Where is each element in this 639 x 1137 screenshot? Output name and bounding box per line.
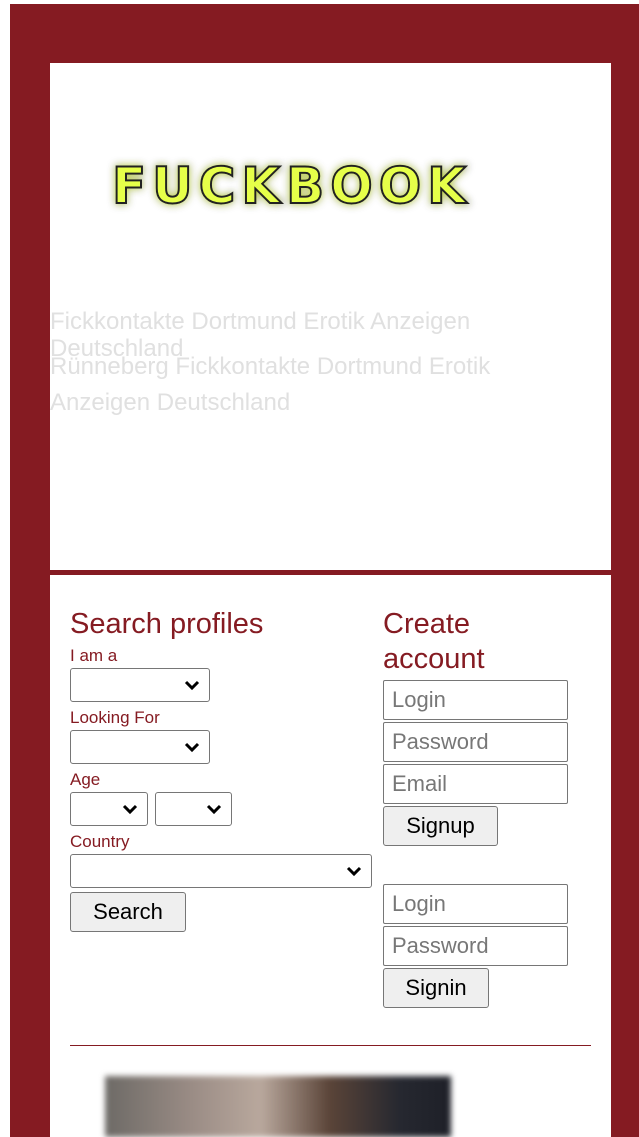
content-panel: Search profiles I am a Looking For Age C…: [50, 575, 611, 1137]
profile-photo[interactable]: [105, 1076, 451, 1137]
signin-password-input[interactable]: Password: [383, 926, 568, 966]
signup-button[interactable]: Signup: [383, 806, 498, 846]
signin-login-input[interactable]: Login: [383, 884, 568, 924]
signup-login-input[interactable]: Login: [383, 680, 568, 720]
chevron-down-icon: [184, 742, 200, 753]
i-am-label: I am a: [70, 646, 118, 665]
search-profiles-title: Search profiles: [70, 608, 264, 640]
signup-email-input[interactable]: Email: [383, 764, 568, 804]
seo-text-line: Rünneberg Fickkontakte Dortmund Erotik: [50, 353, 491, 380]
country-label: Country: [70, 832, 130, 851]
looking-for-select[interactable]: [70, 730, 210, 764]
chevron-down-icon: [184, 680, 200, 691]
age-from-select[interactable]: [70, 792, 148, 826]
signin-button[interactable]: Signin: [383, 968, 489, 1008]
i-am-select[interactable]: [70, 668, 210, 702]
section-divider: [70, 1045, 591, 1046]
chevron-down-icon: [122, 804, 138, 815]
country-select[interactable]: [70, 854, 372, 888]
site-logo[interactable]: FUCKBOOK: [62, 155, 522, 215]
age-label: Age: [70, 770, 101, 789]
logo-text: FUCKBOOK: [112, 157, 472, 215]
search-button[interactable]: Search: [70, 892, 186, 932]
signup-password-input[interactable]: Password: [383, 722, 568, 762]
create-account-title-line1: Create: [383, 608, 471, 640]
create-account-title-line2: account: [383, 643, 485, 675]
chevron-down-icon: [206, 804, 222, 815]
age-to-select[interactable]: [155, 792, 232, 826]
seo-text-line: Anzeigen Deutschland: [50, 389, 291, 416]
looking-for-label: Looking For: [70, 708, 160, 727]
seo-text-line: Fickkontakte Dortmund Erotik Anzeigen: [50, 308, 471, 335]
header-panel: FUCKBOOK Fickkontakte Dortmund Erotik An…: [50, 63, 611, 570]
chevron-down-icon: [346, 866, 362, 877]
